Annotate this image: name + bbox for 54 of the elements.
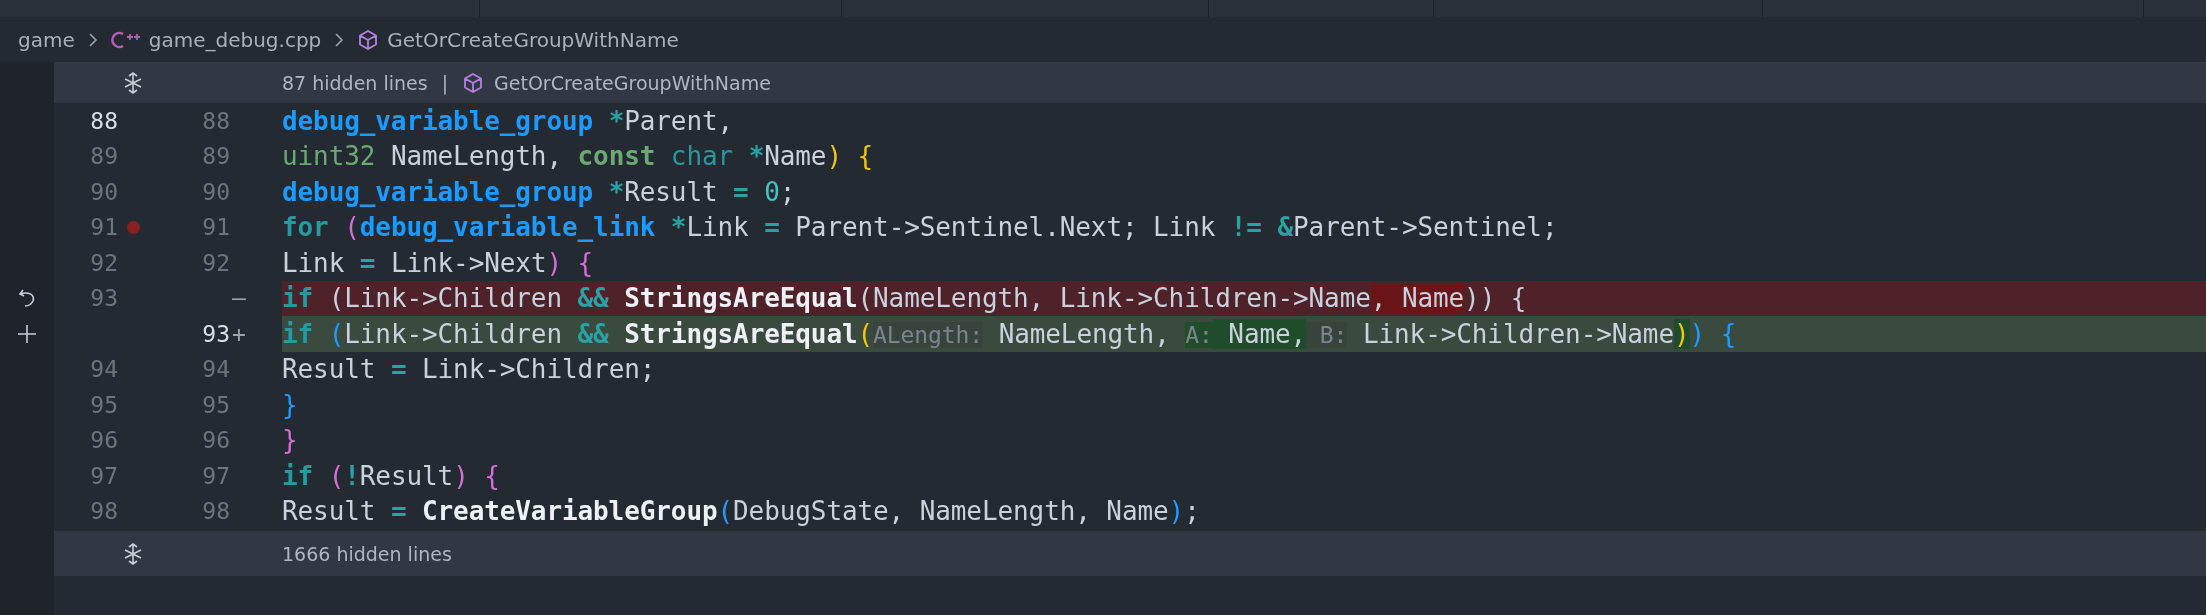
line-number: 97 bbox=[90, 462, 118, 489]
code-line: if (!Result) { bbox=[282, 460, 500, 491]
line-number: 90 bbox=[90, 178, 118, 205]
line-number: 88 bbox=[202, 107, 230, 134]
code-line: debug_variable_group *Result = 0; bbox=[282, 176, 796, 207]
line-number: 89 bbox=[202, 143, 230, 170]
line-number: 95 bbox=[90, 391, 118, 418]
code-line: Link = Link->Next) { bbox=[282, 247, 594, 278]
cube-icon bbox=[357, 28, 380, 51]
line-number: 91 bbox=[90, 214, 118, 241]
separator: | bbox=[441, 71, 449, 94]
removed-line-marker: — bbox=[232, 285, 246, 312]
line-number: 92 bbox=[90, 249, 118, 276]
hidden-lines-label: 1666 hidden lines bbox=[282, 542, 452, 565]
folded-region-bar[interactable]: 1666 hidden lines bbox=[54, 531, 2206, 576]
breadcrumb-item[interactable]: GetOrCreateGroupWithName bbox=[387, 27, 679, 52]
symbol-name: GetOrCreateGroupWithName bbox=[494, 71, 771, 94]
line-number: 91 bbox=[202, 214, 230, 241]
line-number: 89 bbox=[90, 143, 118, 170]
chevron-icon bbox=[333, 30, 346, 49]
line-number: 98 bbox=[90, 498, 118, 525]
line-number: 98 bbox=[202, 498, 230, 525]
code-line: } bbox=[282, 425, 298, 456]
cpp-file-icon bbox=[110, 29, 141, 50]
code-line: Result = CreateVariableGroup(DebugState, NameLength, Name); bbox=[282, 496, 1200, 527]
folded-region-bar[interactable]: 87 hidden lines | GetOrCreateGroupWithName bbox=[54, 62, 2206, 103]
line-number: 94 bbox=[90, 356, 118, 383]
cube-icon bbox=[462, 71, 485, 94]
plus-icon bbox=[16, 322, 38, 345]
line-number: 88 bbox=[90, 107, 118, 134]
code-line: if (Link->Children && StringsAreEqual(NameLength, Link->Children->Name, Name)) { bbox=[282, 283, 1527, 314]
line-number: 93 bbox=[202, 320, 230, 347]
code-line: uint32 NameLength, const char *Name) { bbox=[282, 141, 874, 172]
line-number: 94 bbox=[202, 356, 230, 383]
line-number: 97 bbox=[202, 462, 230, 489]
code-line: Result = Link->Children; bbox=[282, 354, 656, 385]
line-number: 96 bbox=[202, 427, 230, 454]
hidden-lines-label: 87 hidden lines bbox=[282, 71, 428, 94]
added-line-marker: + bbox=[232, 320, 246, 347]
breadcrumb-item[interactable]: game_debug.cpp bbox=[148, 27, 322, 52]
breakpoint-dot[interactable] bbox=[126, 220, 140, 234]
line-number: 90 bbox=[202, 178, 230, 205]
line-number: 95 bbox=[202, 391, 230, 418]
line-number: 96 bbox=[90, 427, 118, 454]
unfold-icon bbox=[122, 71, 144, 94]
line-number: 92 bbox=[202, 249, 230, 276]
code-line: for (debug_variable_link *Link = Parent->Sentinel.Next; Link != &Parent->Sentinel; bbox=[282, 212, 1558, 243]
breadcrumb-item[interactable]: game bbox=[18, 27, 75, 52]
chevron-icon bbox=[86, 30, 99, 49]
code-line: debug_variable_group *Parent, bbox=[282, 105, 734, 136]
line-number: 93 bbox=[90, 285, 118, 312]
code-line: } bbox=[282, 389, 298, 420]
unfold-icon bbox=[122, 542, 144, 565]
code-line: if (Link->Children && StringsAreEqual(ALength: NameLength, A: Name, B: Link->Children->Name)) { bbox=[282, 318, 1737, 349]
